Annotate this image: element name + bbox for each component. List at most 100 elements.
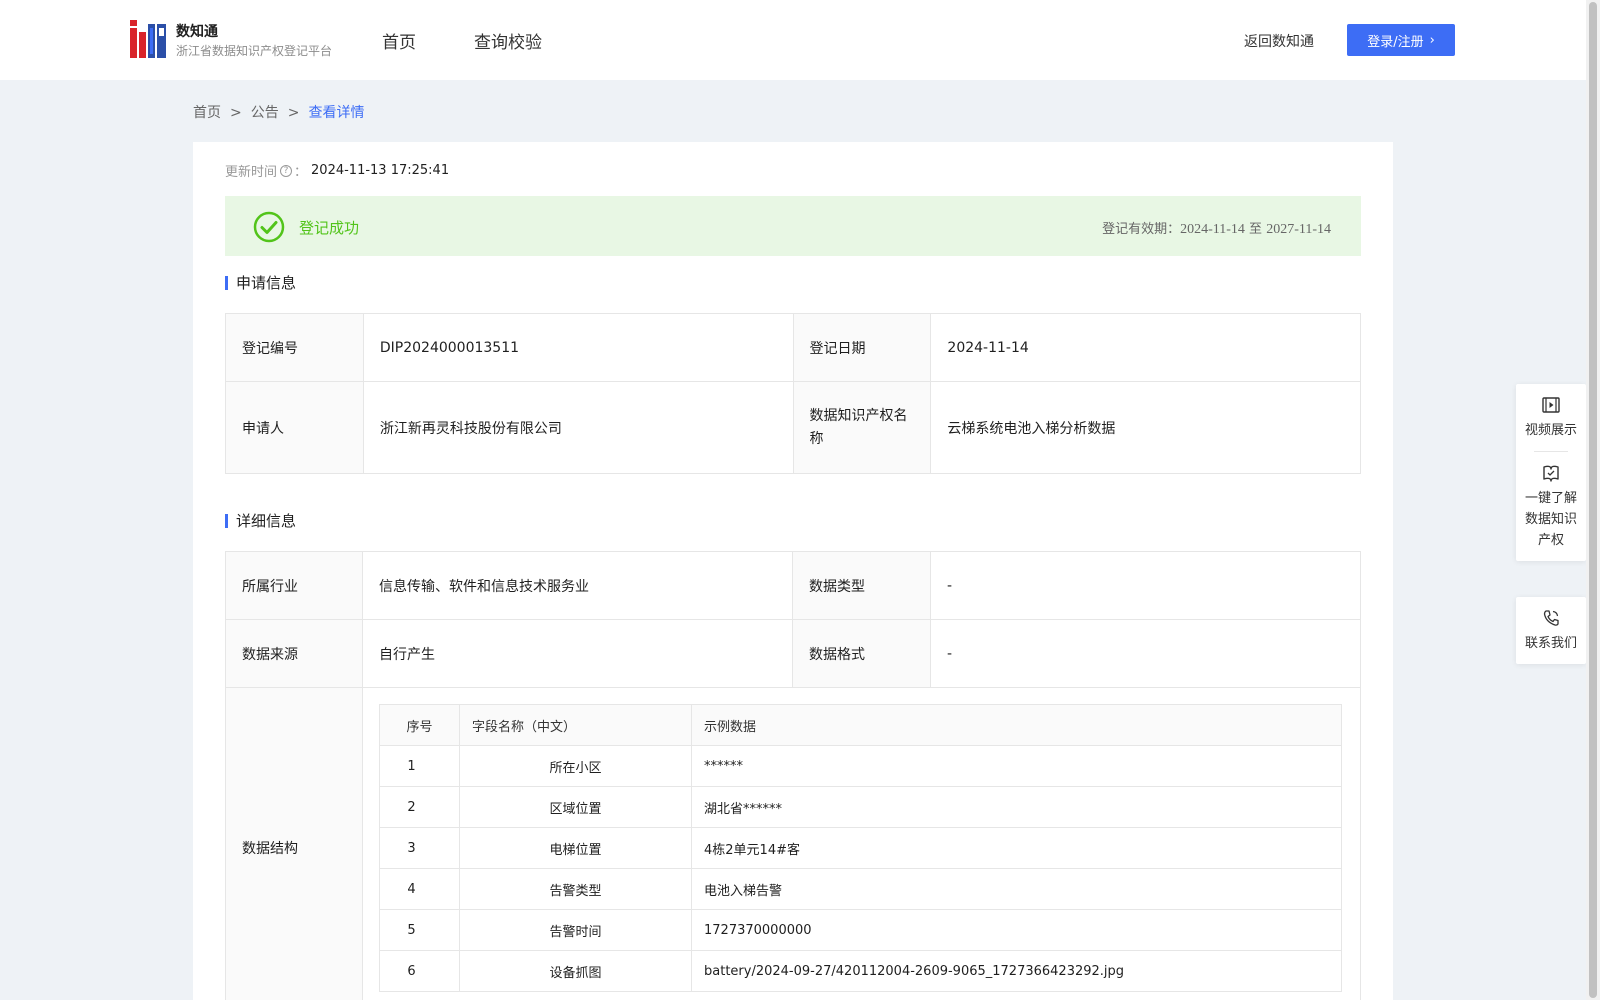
application-info-table: 登记编号 DIP2024000013511 登记日期 2024-11-14 申请… bbox=[225, 313, 1361, 474]
detail-card: 更新时间 ? ： 2024-11-13 17:25:41 登记成功 登记有效期：… bbox=[193, 142, 1393, 1000]
update-time-colon: ： bbox=[294, 165, 308, 180]
field-name: 告警时间 bbox=[459, 909, 693, 951]
data-source-label: 数据来源 bbox=[224, 619, 364, 688]
field-sample: 4栋2单元14#客 bbox=[691, 827, 1343, 869]
nav-query-verify[interactable]: 查询校验 bbox=[474, 28, 542, 53]
back-to-platform-link[interactable]: 返回数知通 bbox=[1244, 31, 1314, 51]
data-type-value: - bbox=[929, 551, 1362, 620]
validity-from: 2024-11-14 bbox=[1180, 222, 1245, 237]
table-row: 数据结构 序号 字段名称（中文） 示例数据 1 所在小区 ****** 2 区域… bbox=[224, 687, 1361, 1000]
industry-label: 所属行业 bbox=[224, 551, 364, 620]
field-index: 2 bbox=[379, 786, 461, 828]
data-type-label: 数据类型 bbox=[792, 551, 931, 620]
field-index: 3 bbox=[379, 827, 461, 869]
login-register-button[interactable]: 登录/注册 › bbox=[1347, 24, 1455, 56]
ip-name-label: 数据知识产权名称 bbox=[792, 381, 932, 474]
registration-number-label: 登记编号 bbox=[225, 313, 364, 382]
field-sample: ****** bbox=[691, 745, 1343, 787]
field-structure-table: 序号 字段名称（中文） 示例数据 1 所在小区 ****** 2 区域位置 湖北… bbox=[379, 704, 1343, 992]
video-showcase-button[interactable]: 视频展示 bbox=[1516, 384, 1586, 451]
platform-logo[interactable] bbox=[130, 20, 166, 58]
brand-title: 数知通 bbox=[176, 24, 218, 40]
help-question-icon[interactable]: ? bbox=[280, 164, 293, 177]
validity-to-word: 至 bbox=[1249, 222, 1263, 237]
table-row: 1 所在小区 ****** bbox=[379, 745, 1343, 787]
data-structure-cell: 序号 字段名称（中文） 示例数据 1 所在小区 ****** 2 区域位置 湖北… bbox=[362, 687, 1361, 1000]
table-row: 申请人 浙江新再灵科技股份有限公司 数据知识产权名称 云梯系统电池入梯分析数据 bbox=[225, 381, 1361, 474]
learn-line-2: 数据知识 bbox=[1524, 512, 1577, 527]
field-index: 1 bbox=[379, 745, 461, 787]
learn-line-1: 一键了解 bbox=[1524, 491, 1577, 506]
detail-info-table: 所属行业 信息传输、软件和信息技术服务业 数据类型 - 数据来源 自行产生 数据… bbox=[224, 551, 1362, 1000]
breadcrumb-notice[interactable]: 公告 bbox=[251, 105, 279, 121]
field-index: 6 bbox=[379, 950, 461, 992]
scrollbar-thumb[interactable] bbox=[1589, 2, 1597, 998]
contact-us-label: 联系我们 bbox=[1524, 636, 1577, 651]
login-register-label: 登录/注册 bbox=[1367, 34, 1424, 50]
book-icon bbox=[1543, 465, 1559, 482]
data-format-value: - bbox=[929, 619, 1362, 688]
data-format-label: 数据格式 bbox=[792, 619, 931, 688]
brand-subtitle: 浙江省数据知识产权登记平台 bbox=[176, 44, 333, 58]
video-showcase-label: 视频展示 bbox=[1524, 423, 1577, 438]
field-index: 5 bbox=[379, 909, 461, 951]
chevron-right-icon: › bbox=[1429, 32, 1435, 48]
float-panel-bottom: 联系我们 bbox=[1516, 597, 1586, 664]
page-scrollbar[interactable] bbox=[1586, 0, 1600, 1000]
float-panel-top: 视频展示 一键了解 数据知识 产权 bbox=[1516, 384, 1586, 561]
breadcrumb-home[interactable]: 首页 bbox=[193, 105, 221, 121]
registration-number-value: DIP2024000013511 bbox=[362, 313, 794, 382]
applicant-value: 浙江新再灵科技股份有限公司 bbox=[362, 381, 794, 474]
field-index: 4 bbox=[379, 868, 461, 910]
table-row: 登记编号 DIP2024000013511 登记日期 2024-11-14 bbox=[225, 313, 1361, 382]
update-time-row: 更新时间 ? ： 2024-11-13 17:25:41 bbox=[225, 161, 449, 180]
registration-date-value: 2024-11-14 bbox=[930, 313, 1361, 382]
table-row: 数据来源 自行产生 数据格式 - bbox=[224, 619, 1362, 688]
industry-value: 信息传输、软件和信息技术服务业 bbox=[362, 551, 793, 620]
validity-label: 登记有效期： bbox=[1102, 222, 1181, 237]
column-header-index: 序号 bbox=[379, 704, 461, 746]
registration-status-banner: 登记成功 登记有效期：2024-11-14 至 2027-11-14 bbox=[225, 196, 1361, 256]
field-sample: 湖北省****** bbox=[691, 786, 1343, 828]
table-row: 2 区域位置 湖北省****** bbox=[379, 786, 1343, 828]
top-header: 数知通 浙江省数据知识产权登记平台 首页 查询校验 返回数知通 登录/注册 › bbox=[0, 0, 1586, 80]
data-source-value: 自行产生 bbox=[362, 619, 793, 688]
update-time-label: 更新时间 bbox=[225, 165, 278, 180]
applicant-label: 申请人 bbox=[225, 381, 364, 474]
validity-to: 2027-11-14 bbox=[1266, 222, 1331, 237]
field-name: 电梯位置 bbox=[459, 827, 693, 869]
breadcrumb-separator: > bbox=[287, 105, 300, 121]
breadcrumb-separator: > bbox=[230, 105, 242, 121]
field-name: 设备抓图 bbox=[459, 950, 693, 992]
registration-date-label: 登记日期 bbox=[792, 313, 932, 382]
phone-icon bbox=[1543, 610, 1559, 626]
column-header-field-name: 字段名称（中文） bbox=[459, 704, 693, 746]
table-row: 4 告警类型 电池入梯告警 bbox=[379, 868, 1343, 910]
field-name: 区域位置 bbox=[459, 786, 693, 828]
status-label: 登记成功 bbox=[299, 219, 360, 237]
field-name: 所在小区 bbox=[459, 745, 693, 787]
nav-home[interactable]: 首页 bbox=[382, 28, 416, 53]
breadcrumb-current: 查看详情 bbox=[308, 105, 365, 121]
field-sample: 电池入梯告警 bbox=[691, 868, 1343, 910]
video-icon bbox=[1542, 397, 1560, 413]
update-time-value: 2024-11-13 17:25:41 bbox=[311, 163, 450, 178]
learn-line-3: 产权 bbox=[1537, 533, 1564, 548]
table-row: 5 告警时间 1727370000000 bbox=[379, 909, 1343, 951]
field-name: 告警类型 bbox=[459, 868, 693, 910]
detail-info-title: 详细信息 bbox=[225, 510, 296, 531]
table-header-row: 序号 字段名称（中文） 示例数据 bbox=[379, 704, 1343, 746]
breadcrumb: 首页 > 公告 > 查看详情 bbox=[193, 102, 364, 122]
table-row: 3 电梯位置 4栋2单元14#客 bbox=[379, 827, 1343, 869]
table-row: 所属行业 信息传输、软件和信息技术服务业 数据类型 - bbox=[224, 551, 1362, 620]
validity-period: 登记有效期：2024-11-14 至 2027-11-14 bbox=[1102, 218, 1331, 238]
data-structure-label: 数据结构 bbox=[224, 687, 364, 1000]
ip-name-value: 云梯系统电池入梯分析数据 bbox=[930, 381, 1361, 474]
contact-us-button[interactable]: 联系我们 bbox=[1516, 597, 1586, 664]
learn-data-ip-button[interactable]: 一键了解 数据知识 产权 bbox=[1516, 452, 1586, 561]
check-circle-icon bbox=[253, 211, 285, 243]
field-sample: battery/2024-09-27/420112004-2609-9065_1… bbox=[691, 950, 1343, 992]
field-sample: 1727370000000 bbox=[691, 909, 1343, 951]
application-info-title: 申请信息 bbox=[225, 272, 296, 293]
column-header-sample: 示例数据 bbox=[691, 704, 1343, 746]
